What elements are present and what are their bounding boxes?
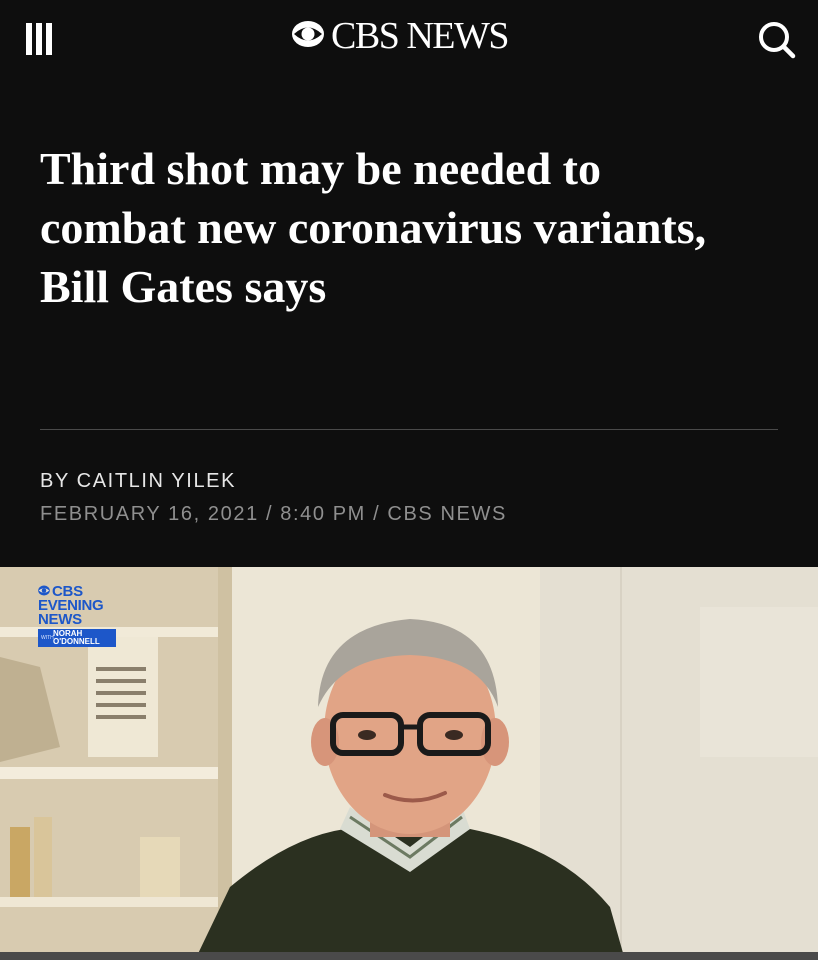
watermark-text-news: NEWS [38,611,82,628]
headline-divider [40,429,778,430]
watermark-text-with: WITH [41,635,54,641]
watermark-anchor-last: O'DONNELL [53,637,100,646]
article-byline[interactable]: BY CAITLIN YILEK [40,470,236,493]
cbs-eye-icon [291,19,325,54]
watermark-anchor-box: WITH NORAH O'DONNELL [38,629,116,647]
hamburger-menu-icon[interactable] [24,22,54,56]
cbs-news-logo[interactable]: CBS NEWS [291,15,509,57]
search-icon[interactable] [755,18,797,60]
article-dateline: FEBRUARY 16, 2021 / 8:40 PM / CBS NEWS [40,503,507,525]
article-headline: Third shot may be needed to combat new c… [40,143,707,312]
cbs-evening-news-watermark: CBS EVENING NEWS WITH NORAH O'DONNELL [38,584,128,647]
logo-wordmark: CBS NEWS [331,15,509,57]
top-navigation-bar: CBS NEWS [0,0,818,80]
